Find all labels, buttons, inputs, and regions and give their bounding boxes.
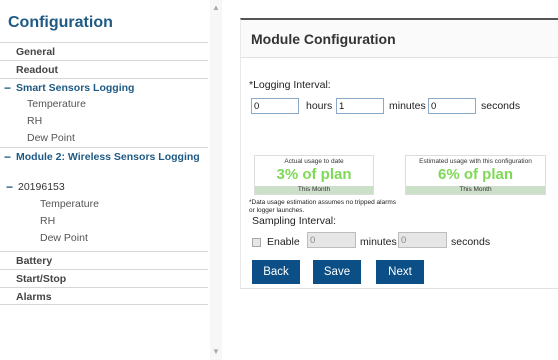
sidebar-scrollbar[interactable]: ▲ ▼ [210, 0, 222, 360]
estimated-usage-period: This Month [406, 186, 545, 194]
estimated-usage-value: 6% of plan [437, 166, 513, 183]
logging-interval-label: *Logging Interval: [249, 79, 331, 91]
sidebar: Configuration General Readout − Smart Sen… [0, 0, 208, 360]
sampling-seconds-label: seconds [451, 236, 491, 248]
sidebar-item-module2[interactable]: − Module 2: Wireless Sensors Logging [0, 147, 208, 179]
estimated-usage-box: Estimated usage with this configuration … [405, 155, 546, 195]
next-button[interactable]: Next [376, 260, 424, 284]
sidebar-item-start-stop[interactable]: Start/Stop [0, 269, 208, 287]
sidebar-item-alarms[interactable]: Alarms [0, 287, 208, 305]
enable-label: Enable [267, 236, 300, 248]
sidebar-item-label: Battery [16, 255, 53, 267]
minutes-label: minutes [389, 100, 426, 112]
sampling-minutes-input[interactable] [307, 232, 356, 248]
collapse-icon[interactable]: − [4, 79, 11, 97]
enable-sampling-checkbox[interactable] [252, 238, 261, 247]
sidebar-item-label: Module 2: Wireless Sensors Logging [16, 151, 200, 163]
sidebar-item-label: Smart Sensors Logging [16, 82, 135, 94]
logging-minutes-input[interactable] [336, 98, 384, 114]
sidebar-item-label: Dew Point [40, 232, 88, 244]
sidebar-item-label: Dew Point [27, 132, 75, 144]
sidebar-item-label: Start/Stop [16, 273, 67, 285]
module-config-panel: Module Configuration *Logging Interval: … [240, 18, 558, 288]
logging-hours-input[interactable] [251, 98, 299, 114]
sidebar-item-device[interactable]: −20196153 [0, 179, 208, 196]
sidebar-item-label: Temperature [40, 198, 99, 210]
sidebar-item-readout[interactable]: Readout [0, 60, 208, 78]
sampling-interval-label: Sampling Interval: [252, 215, 337, 227]
sampling-minutes-label: minutes [360, 236, 397, 248]
sidebar-title: Configuration [8, 14, 113, 31]
estimated-usage-caption: Estimated usage with this configuration [419, 158, 532, 165]
actual-usage-value: 3% of plan [276, 166, 352, 183]
sidebar-item-dew-point[interactable]: Dew Point [0, 130, 208, 147]
sidebar-item-dew-point-2[interactable]: Dew Point [0, 230, 208, 247]
scroll-down-icon[interactable]: ▼ [211, 347, 221, 357]
collapse-icon[interactable]: − [4, 151, 11, 163]
sidebar-item-rh-2[interactable]: RH [0, 213, 208, 230]
hours-label: hours [306, 100, 333, 112]
sidebar-item-label: Readout [16, 64, 58, 76]
back-button[interactable]: Back [252, 260, 300, 284]
sidebar-item-label: Temperature [27, 98, 86, 110]
actual-usage-box: Actual usage to date 3% of plan This Mon… [254, 155, 374, 195]
sidebar-item-rh[interactable]: RH [0, 113, 208, 130]
panel-header: Module Configuration [241, 20, 558, 58]
sidebar-item-label: RH [40, 215, 56, 227]
sidebar-item-label: RH [27, 115, 43, 127]
usage-note: *Data usage estimation assumes no trippe… [249, 199, 397, 214]
logging-seconds-input[interactable] [428, 98, 476, 114]
seconds-label: seconds [481, 100, 521, 112]
panel-divider [240, 288, 558, 298]
sidebar-item-battery[interactable]: Battery [0, 251, 208, 269]
sidebar-item-smart-sensors[interactable]: − Smart Sensors Logging [0, 78, 208, 96]
sidebar-item-label: General [16, 46, 56, 58]
save-button[interactable]: Save [313, 260, 361, 284]
scroll-up-icon[interactable]: ▲ [211, 3, 221, 13]
sidebar-item-temperature[interactable]: Temperature [0, 96, 208, 113]
actual-usage-period: This Month [255, 186, 373, 194]
page-title: Module Configuration [251, 31, 396, 47]
collapse-icon[interactable]: − [6, 179, 13, 196]
sidebar-item-label: Alarms [16, 291, 52, 303]
actual-usage-caption: Actual usage to date [284, 158, 344, 165]
sidebar-item-general[interactable]: General [0, 42, 208, 60]
sidebar-item-label: 20196153 [18, 181, 65, 193]
sampling-seconds-input[interactable] [398, 232, 447, 248]
sidebar-item-temperature-2[interactable]: Temperature [0, 196, 208, 213]
sidebar-nav: General Readout − Smart Sensors Logging T… [0, 42, 208, 305]
